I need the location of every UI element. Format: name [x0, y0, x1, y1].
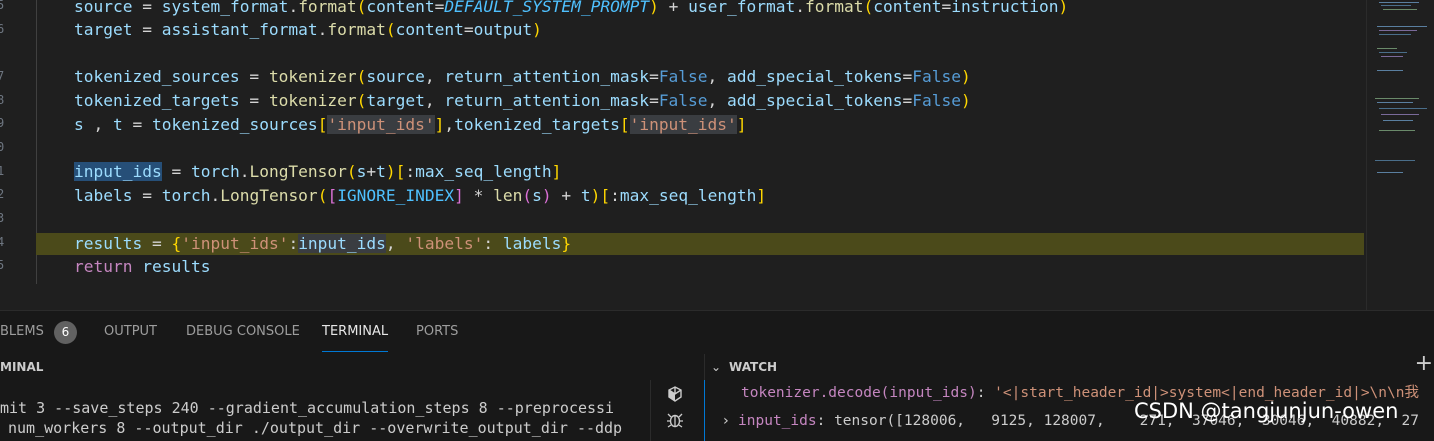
line-number-gutter: 5 6 7 8 9 0 1 2 3 4 5 — [0, 0, 14, 310]
tab-debug-console[interactable]: DEBUG CONSOLE — [186, 324, 300, 339]
tab-terminal[interactable]: TERMINAL — [322, 324, 388, 339]
line-number: 0 — [0, 140, 5, 154]
add-expression-icon[interactable]: + — [1415, 351, 1433, 377]
line-number: 4 — [0, 235, 5, 249]
watch-title: WATCH — [729, 360, 778, 374]
line-number: 5 — [0, 258, 5, 272]
code-line[interactable]: source = system_format.format(content=DE… — [74, 0, 1068, 19]
terminal-line: num_workers 8 --output_dir ./output_dir … — [8, 419, 623, 437]
code-line[interactable]: input_ids = torch.LongTensor(s+t)[:max_s… — [74, 160, 561, 184]
code-line[interactable]: s , t = tokenized_sources['input_ids'],t… — [74, 113, 747, 137]
bug-icon[interactable] — [666, 411, 684, 433]
line-number: 3 — [0, 211, 5, 225]
line-number: 9 — [0, 116, 5, 130]
code-line[interactable]: tokenized_targets = tokenizer(target, re… — [74, 89, 971, 113]
code-line[interactable]: tokenized_sources = tokenizer(source, re… — [74, 65, 971, 89]
tab-ports[interactable]: PORTS — [416, 324, 458, 339]
code-line[interactable]: labels = torch.LongTensor([IGNORE_INDEX]… — [74, 184, 766, 208]
debug-side-toolbar — [650, 380, 705, 441]
cube-icon[interactable] — [666, 385, 684, 407]
code-line[interactable]: return results — [74, 255, 210, 279]
terminal-header: MINAL — [0, 354, 704, 380]
watch-header[interactable]: ⌄ WATCH + — [704, 351, 1434, 380]
line-number: 8 — [0, 93, 5, 107]
terminal-title: MINAL — [0, 360, 44, 374]
chevron-right-icon[interactable]: › — [723, 413, 738, 429]
code-line[interactable]: target = assistant_format.format(content… — [74, 18, 542, 42]
tab-output[interactable]: OUTPUT — [104, 324, 157, 339]
line-number: 5 — [0, 0, 5, 12]
tab-problems[interactable]: BLEMS — [0, 324, 44, 339]
code-editor[interactable]: 5 6 7 8 9 0 1 2 3 4 5 source = system_fo… — [0, 0, 1434, 310]
terminal-output[interactable]: mit 3 --save_steps 240 --gradient_accumu… — [0, 380, 650, 441]
code-line-current[interactable]: results = {'input_ids':input_ids, 'label… — [74, 232, 571, 256]
chevron-down-icon[interactable]: ⌄ — [711, 354, 721, 380]
watermark: CSDN @tangjunjun-owen — [1134, 399, 1399, 423]
line-number: 2 — [0, 187, 5, 201]
line-number: 6 — [0, 22, 5, 36]
panel-tab-bar: BLEMS 6 OUTPUT DEBUG CONSOLE TERMINAL PO… — [0, 310, 1434, 355]
problems-count-badge: 6 — [54, 321, 77, 344]
line-number: 1 — [0, 164, 5, 178]
terminal-line: mit 3 --save_steps 240 --gradient_accumu… — [0, 399, 615, 417]
line-number: 7 — [0, 69, 5, 83]
selected-token: input_ids — [74, 162, 162, 181]
minimap[interactable] — [1366, 0, 1434, 310]
active-tab-indicator — [322, 351, 388, 352]
